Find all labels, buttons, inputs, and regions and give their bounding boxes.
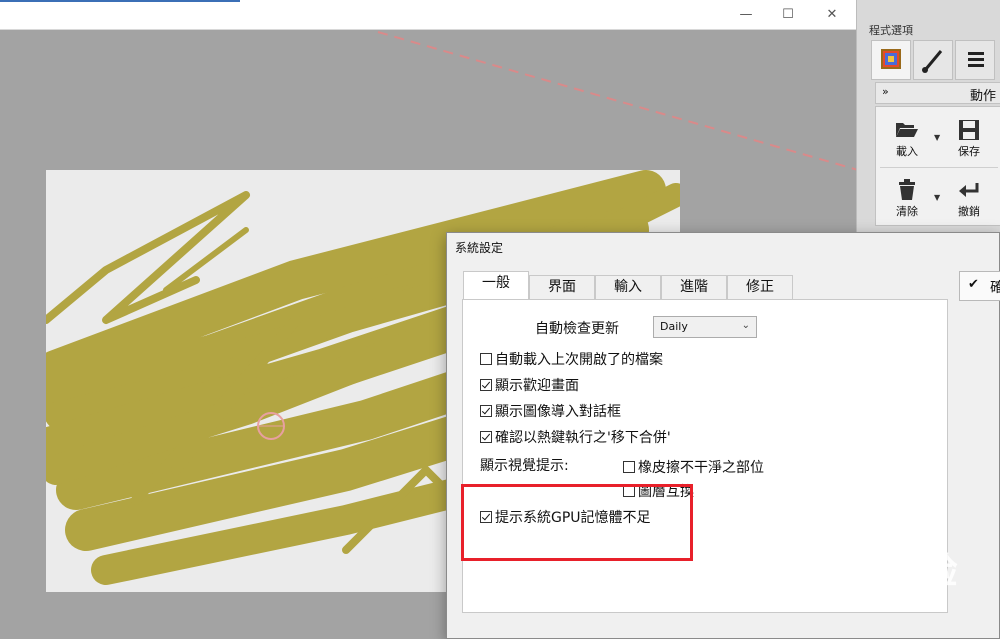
collapse-icon[interactable]: »: [882, 85, 889, 98]
brush-icon: [922, 50, 943, 73]
undo-icon: [959, 183, 979, 197]
checkbox-label: 顯示圖像導入對話框: [495, 404, 621, 420]
clear-button[interactable]: 清除: [882, 173, 932, 223]
minimize-button[interactable]: —: [736, 6, 756, 24]
watermark-url: jingyan.baidu.com: [764, 592, 931, 613]
menu-icon: [968, 52, 984, 67]
show-welcome-checkbox[interactable]: 顯示歡迎畫面: [480, 375, 579, 395]
visual-hints-label: 顯示視覺提示:: [480, 458, 569, 474]
checkbox-label: 確認以熱鍵執行之'移下合併': [495, 430, 671, 446]
auto-load-last-file-checkbox[interactable]: 自動載入上次開啟了的檔案: [480, 349, 663, 369]
checkbox-box[interactable]: [480, 353, 492, 365]
close-button[interactable]: ✕: [822, 6, 842, 24]
brush-tab[interactable]: [913, 40, 953, 80]
menu-tab[interactable]: [955, 40, 995, 80]
save-icon: [959, 120, 979, 140]
update-frequency-value: Daily: [660, 320, 688, 333]
save-button[interactable]: 保存: [944, 113, 994, 163]
ok-button[interactable]: ✔ 確: [959, 271, 1000, 301]
tab-interface[interactable]: 界面: [529, 275, 595, 299]
tab-advanced[interactable]: 進階: [661, 275, 727, 299]
checkbox-box[interactable]: [480, 379, 492, 391]
save-label: 保存: [958, 145, 980, 158]
highlight-annotation: [461, 484, 693, 561]
checkbox-box[interactable]: [480, 405, 492, 417]
dialog-title: 系統設定: [455, 241, 504, 255]
clear-label: 清除: [896, 205, 918, 218]
tab-general[interactable]: 一般: [463, 271, 529, 300]
panel-tabs: [871, 40, 1000, 80]
checkbox-label: 顯示歡迎畫面: [495, 378, 579, 394]
load-button[interactable]: 載入: [882, 113, 932, 163]
panel-title: 程式選項: [869, 24, 913, 37]
maximize-button[interactable]: ☐: [778, 6, 798, 24]
clear-dropdown-icon[interactable]: ▼: [934, 193, 940, 202]
toolbox-divider: [880, 167, 998, 168]
section-title: 動作: [970, 89, 997, 104]
chevron-down-icon: ⌄: [741, 320, 750, 331]
eraser-hint-checkbox[interactable]: 橡皮擦不干淨之部位: [623, 457, 764, 477]
open-folder-icon: [896, 123, 918, 137]
app-title-bar: — ☐ ✕: [0, 0, 858, 30]
undo-button[interactable]: 撤銷: [944, 173, 994, 223]
checkbox-box[interactable]: [480, 431, 492, 443]
checkbox-label: 橡皮擦不干淨之部位: [638, 460, 764, 476]
tab-input[interactable]: 輸入: [595, 275, 661, 299]
show-import-dialog-checkbox[interactable]: 顯示圖像導入對話框: [480, 401, 621, 421]
confirm-merge-down-checkbox[interactable]: 確認以熱鍵執行之'移下合併': [480, 427, 671, 447]
load-dropdown-icon[interactable]: ▼: [934, 133, 940, 142]
checkbox-label: 自動載入上次開啟了的檔案: [495, 352, 663, 368]
trash-icon: [899, 179, 915, 200]
actions-section-header[interactable]: » 動作: [875, 82, 1000, 104]
baidu-watermark: Baidu经验 jingyan.baidu.com: [764, 536, 964, 622]
check-icon: ✔: [968, 277, 979, 292]
actions-toolbox: 載入 ▼ 保存 清除 ▼ 撤銷: [875, 106, 1000, 226]
undo-label: 撤銷: [958, 205, 980, 218]
watermark-logo: Baidu经验: [764, 551, 959, 592]
checkbox-box[interactable]: [623, 461, 635, 473]
title-accent-line: [0, 0, 240, 2]
color-tab[interactable]: [871, 40, 911, 80]
tab-fixes[interactable]: 修正: [727, 275, 793, 299]
update-check-label: 自動檢查更新: [535, 321, 619, 337]
update-frequency-select[interactable]: Daily ⌄: [653, 316, 757, 338]
load-label: 載入: [896, 145, 918, 158]
color-icon: [881, 49, 901, 69]
ok-label: 確: [990, 280, 1000, 296]
